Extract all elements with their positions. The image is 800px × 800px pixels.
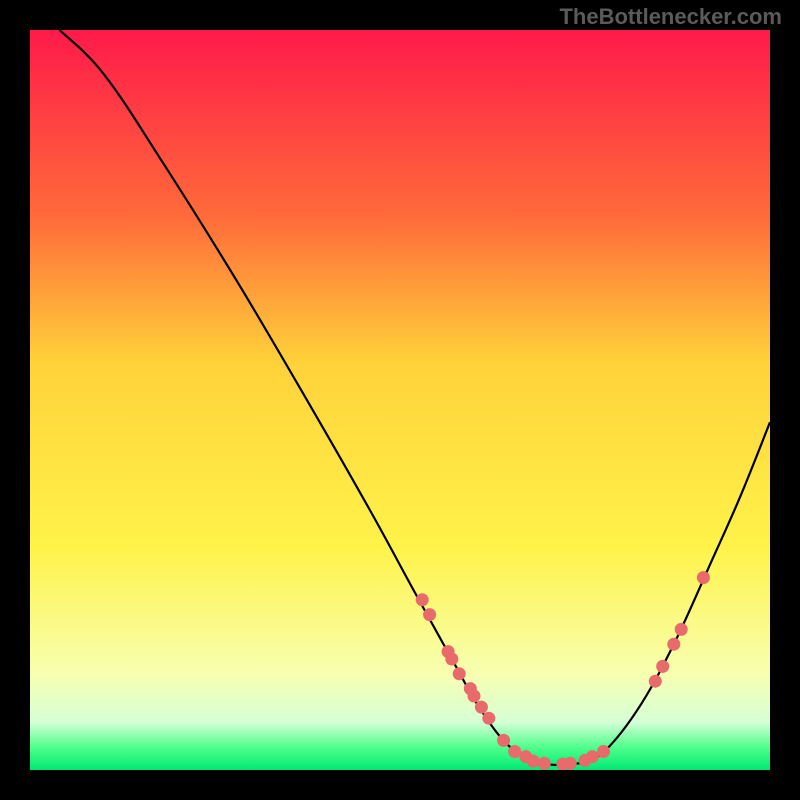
chart-container: TheBottlenecker.com bbox=[0, 0, 800, 800]
plot-area bbox=[30, 30, 770, 770]
data-point bbox=[423, 608, 436, 621]
gradient-background bbox=[30, 30, 770, 770]
data-point bbox=[649, 675, 662, 688]
data-point bbox=[586, 750, 599, 763]
data-point bbox=[527, 755, 540, 768]
data-point bbox=[675, 623, 688, 636]
data-point bbox=[697, 571, 710, 584]
data-point bbox=[597, 745, 610, 758]
data-point bbox=[475, 701, 488, 714]
data-point bbox=[508, 745, 521, 758]
data-point bbox=[453, 667, 466, 680]
data-point bbox=[482, 712, 495, 725]
attribution-text: TheBottlenecker.com bbox=[559, 4, 782, 30]
data-point bbox=[538, 757, 551, 770]
data-point bbox=[445, 653, 458, 666]
data-point bbox=[564, 757, 577, 770]
data-point bbox=[497, 734, 510, 747]
data-point bbox=[416, 593, 429, 606]
data-point bbox=[656, 660, 669, 673]
data-point bbox=[667, 638, 680, 651]
data-point bbox=[468, 690, 481, 703]
chart-svg bbox=[30, 30, 770, 770]
